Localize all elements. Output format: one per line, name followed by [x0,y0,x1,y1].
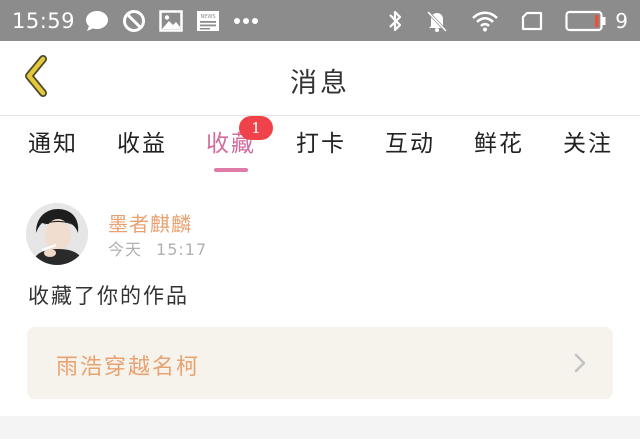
tab-following[interactable]: 关注 [553,124,623,170]
chevron-right-icon [573,352,587,378]
screen: 15:59 NEWS 9 消息 通知 收益 收藏 1 打卡 互动 鲜花 关注 墨… [0,0,640,439]
status-time: 15:59 [12,8,76,33]
message-time: 15:17 [156,240,208,259]
tab-flowers[interactable]: 鲜花 [464,124,534,170]
page-title: 消息 [290,68,350,99]
status-bar: 15:59 NEWS 9 [0,0,640,41]
tab-checkin[interactable]: 打卡 [286,124,356,170]
tab-label: 鲜花 [474,131,524,157]
status-left: 15:59 NEWS [12,9,272,33]
work-link-card[interactable]: 雨浩穿越名柯 [27,327,613,399]
unread-badge: 1 [239,116,273,140]
tab-label: 打卡 [296,131,346,157]
sender-name[interactable]: 墨者麒麟 [108,208,192,237]
tab-label: 收益 [117,131,167,157]
message-bubble-icon [85,10,109,32]
blocked-icon [122,9,146,33]
message-date: 今天 [108,240,143,259]
image-icon [159,9,183,32]
tab-label: 关注 [563,131,613,157]
message-item: 墨者麒麟 今天 15:17 收藏了你的作品 雨浩穿越名柯 [0,172,640,412]
tab-earnings[interactable]: 收益 [107,124,177,170]
tab-interactions[interactable]: 互动 [375,124,445,170]
wifi-icon [471,10,499,32]
message-timestamp: 今天 15:17 [108,236,207,260]
work-title: 雨浩穿越名柯 [56,355,201,380]
battery-icon [565,10,607,32]
tab-label: 互动 [385,131,435,157]
tab-notifications[interactable]: 通知 [18,124,88,170]
tab-label: 通知 [28,131,78,157]
avatar[interactable] [26,203,88,265]
svg-text:NEWS: NEWS [201,14,216,20]
tab-favorites[interactable]: 收藏 1 [196,116,273,172]
header: 消息 [0,41,640,115]
tab-bar: 通知 收益 收藏 1 打卡 互动 鲜花 关注 [0,116,640,172]
list-separator [0,416,640,439]
message-text: 收藏了你的作品 [28,284,189,308]
status-right: 9 [365,9,628,33]
sim-icon [521,11,543,31]
bluetooth-icon [387,9,403,33]
muted-bell-icon [425,9,449,33]
news-icon: NEWS [196,10,220,32]
more-dots-icon [233,17,259,25]
battery-percent: 9 [615,8,628,33]
